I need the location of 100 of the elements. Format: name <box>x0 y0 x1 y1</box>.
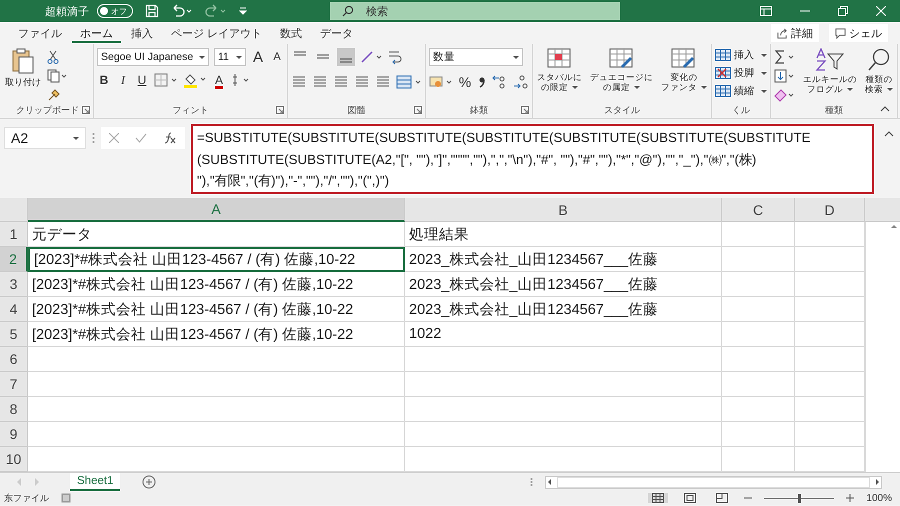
table-cell[interactable]: [2023]*#株式会社 山田123-4567 / (有) 佐藤,10-22 <box>28 272 405 297</box>
row-header[interactable]: 4 <box>0 297 28 322</box>
accessibility-icon[interactable] <box>61 493 71 503</box>
percent-button[interactable]: % <box>458 74 472 90</box>
formula-input[interactable]: =SUBSTITUTE(SUBSTITUTE(SUBSTITUTE(SUBSTITUTE(SUBSTITUTE(SUBSTITUTE(SUBSTITUTE (SUBSTITUTE(SUBSTITUTE(A2,"[", ""),"]","""",""),",","\n"),"#", ""),"#",""),"*","@"),"","_"),"㈱","(株) "),"有限","(有)"),"-",""),"/",""),"(",)") <box>191 124 874 194</box>
collapse-ribbon-icon[interactable] <box>880 106 890 112</box>
row-header[interactable]: 5 <box>0 322 28 347</box>
borders-icon[interactable] <box>154 73 178 87</box>
insert-function-icon[interactable] <box>163 132 177 144</box>
paste-button[interactable]: 取り付け <box>5 48 41 88</box>
underline-button[interactable]: U <box>135 73 149 87</box>
ribbon-tab[interactable]: データ <box>312 23 362 43</box>
table-cell[interactable] <box>722 422 795 447</box>
customize-icon[interactable] <box>239 7 247 15</box>
minimize-icon[interactable] <box>800 10 810 12</box>
style-button[interactable]: デュエコージに の属定 <box>589 48 654 93</box>
ribbon-tab[interactable]: 挿入 <box>123 23 161 43</box>
vertical-scrollbar[interactable] <box>865 222 900 472</box>
table-cell[interactable] <box>405 372 722 397</box>
close-icon[interactable] <box>876 6 886 16</box>
dialog-launcher-icon[interactable] <box>276 106 284 114</box>
table-cell[interactable] <box>405 397 722 422</box>
ribbon-display-icon[interactable] <box>760 6 772 16</box>
number-format-dropdown[interactable]: 数量 <box>429 48 523 66</box>
cells-button[interactable]: 績縮 <box>715 84 767 98</box>
undo-icon[interactable] <box>171 4 193 18</box>
dialog-launcher-icon[interactable] <box>82 106 90 114</box>
ribbon-tab[interactable]: ページ レイアウト <box>163 23 270 43</box>
table-cell[interactable] <box>405 422 722 447</box>
fill-icon[interactable] <box>774 69 796 83</box>
bold-button[interactable]: B <box>97 73 111 87</box>
font-name-dropdown[interactable]: Segoe UI Japanese <box>97 48 209 66</box>
sheet-tab[interactable]: Sheet1 <box>70 473 120 491</box>
table-cell[interactable] <box>722 297 795 322</box>
row-header[interactable]: 7 <box>0 372 28 397</box>
style-button[interactable]: スタバルに の限定 <box>536 48 583 93</box>
column-header[interactable]: D <box>795 198 865 222</box>
save-icon[interactable] <box>145 4 159 18</box>
cells-button[interactable]: 挿入 <box>715 48 767 62</box>
shrink-font-button[interactable]: A <box>270 51 284 63</box>
restore-icon[interactable] <box>838 6 848 16</box>
row-header[interactable]: 10 <box>0 447 28 472</box>
comment-button[interactable]: シェル <box>829 24 888 42</box>
table-cell[interactable] <box>722 397 795 422</box>
cut-icon[interactable] <box>47 50 59 64</box>
search-field[interactable]: 検索 <box>330 2 620 20</box>
table-cell[interactable] <box>722 272 795 297</box>
add-sheet-icon[interactable] <box>142 475 156 489</box>
zoom-in-icon[interactable] <box>846 494 854 502</box>
table-cell[interactable]: [2023]*#株式会社 山田123-4567 / (有) 佐藤,10-22 <box>28 322 405 347</box>
table-cell[interactable]: 2023_株式会社_山田1234567___佐藤 <box>405 247 722 272</box>
style-button[interactable]: 変化の ファンタ <box>660 48 708 93</box>
font-color-button[interactable]: A <box>212 73 226 87</box>
active-cell[interactable]: [2023]*#株式会社 山田123-4567 / (有) 佐藤,10-22 <box>28 247 405 272</box>
row-header[interactable]: 8 <box>0 397 28 422</box>
editing-button[interactable]: 種類の 検索 <box>864 48 894 95</box>
table-cell[interactable] <box>722 372 795 397</box>
share-button[interactable]: 詳細 <box>771 24 819 42</box>
normal-view-icon[interactable] <box>648 493 668 503</box>
name-box[interactable]: A2 <box>4 127 86 149</box>
table-cell[interactable]: 2023_株式会社_山田1234567___佐藤 <box>405 272 722 297</box>
table-cell[interactable] <box>722 247 795 272</box>
table-cell[interactable] <box>28 347 405 372</box>
editing-button[interactable]: エルキールの フログル <box>802 48 858 95</box>
vertical-align-button[interactable] <box>337 48 355 66</box>
dialog-launcher-icon[interactable] <box>521 106 529 114</box>
table-cell[interactable] <box>722 222 795 247</box>
enter-icon[interactable] <box>135 133 147 143</box>
row-header[interactable]: 2 <box>0 247 28 272</box>
table-cell[interactable]: 処理結果 <box>405 222 722 247</box>
splitter-icon[interactable] <box>530 477 533 487</box>
table-cell[interactable] <box>722 322 795 347</box>
fill-color-icon[interactable] <box>183 72 207 88</box>
decrease-decimal-icon[interactable] <box>513 74 529 90</box>
row-header[interactable]: 1 <box>0 222 28 247</box>
eraser-icon[interactable] <box>774 88 796 102</box>
table-cell[interactable]: 1022 <box>405 322 722 347</box>
copy-icon[interactable] <box>47 69 67 83</box>
column-header[interactable]: A <box>28 198 405 222</box>
table-cell[interactable] <box>722 347 795 372</box>
autosave-toggle[interactable]: オフ <box>97 4 133 18</box>
wrap-text-icon[interactable] <box>387 49 403 65</box>
phonetic-icon[interactable] <box>231 73 251 87</box>
format-painter-icon[interactable] <box>47 88 61 102</box>
currency-icon[interactable] <box>429 75 453 89</box>
ribbon-tab[interactable]: ホーム <box>72 23 121 43</box>
zoom-level[interactable]: 100% <box>866 492 892 504</box>
italic-button[interactable]: I <box>116 72 130 88</box>
column-header[interactable]: B <box>405 198 722 222</box>
autosum-icon[interactable] <box>774 50 796 64</box>
ribbon-tab[interactable]: 数式 <box>272 23 310 43</box>
grow-font-button[interactable]: A <box>251 48 265 66</box>
dialog-launcher-icon[interactable] <box>414 106 422 114</box>
cells-button[interactable]: 投脚 <box>715 66 767 80</box>
cancel-icon[interactable] <box>109 133 119 143</box>
table-cell[interactable] <box>28 372 405 397</box>
column-header[interactable]: C <box>722 198 795 222</box>
horizontal-scrollbar[interactable] <box>545 476 882 488</box>
table-cell[interactable] <box>28 422 405 447</box>
font-size-dropdown[interactable]: 11 <box>214 48 246 66</box>
